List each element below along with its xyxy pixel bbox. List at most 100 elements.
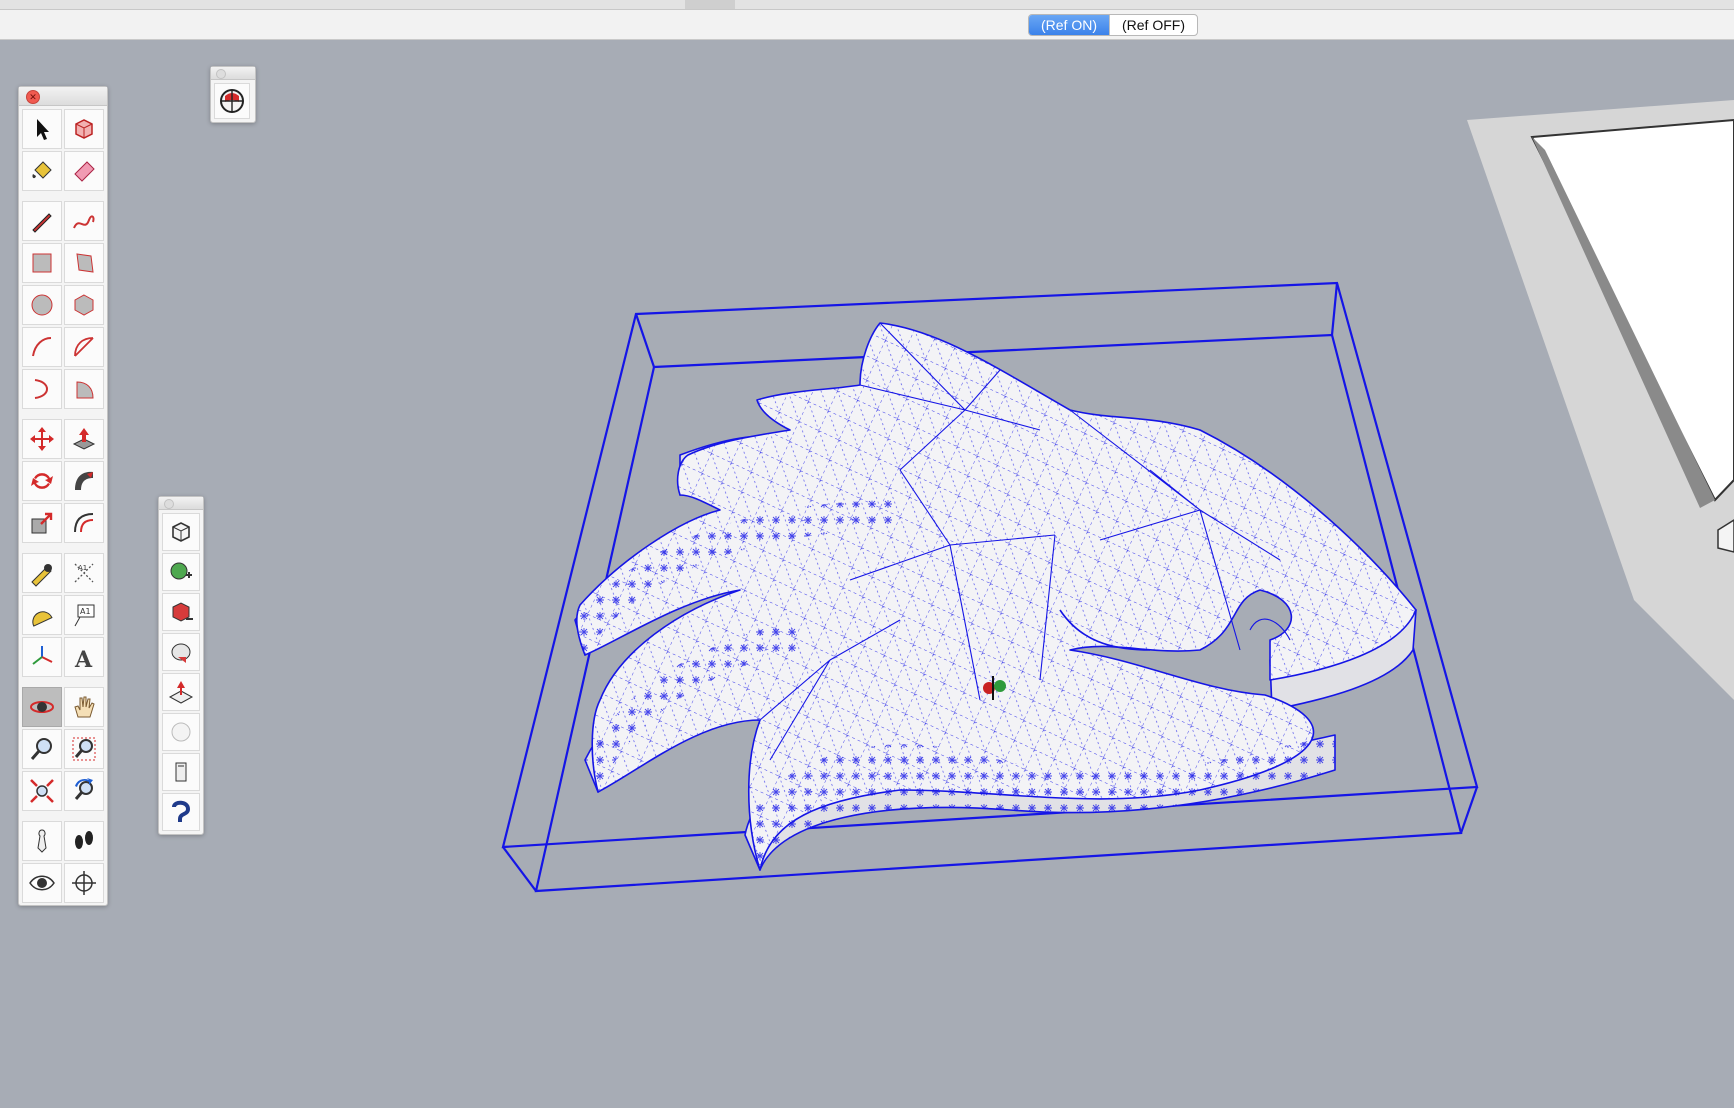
zoom-window-icon — [72, 737, 96, 761]
split-icon — [171, 722, 191, 742]
push-pull-icon — [72, 428, 96, 450]
tape-measure-icon — [31, 564, 52, 587]
walk-tool[interactable] — [64, 821, 104, 861]
text-tool[interactable]: A1 — [64, 595, 104, 635]
grip-icon — [164, 499, 174, 509]
trim-tool[interactable] — [162, 633, 200, 671]
pan-tool[interactable] — [64, 687, 104, 727]
hand-icon — [74, 696, 95, 718]
axes-tool[interactable] — [22, 637, 62, 677]
trim-icon — [171, 643, 191, 663]
paint-bucket-icon — [32, 161, 52, 179]
outer-shell-tool[interactable] — [162, 513, 200, 551]
model-viewport[interactable] — [0, 40, 1734, 1108]
circle-icon — [31, 294, 53, 316]
offset-tool[interactable] — [64, 503, 104, 543]
axes-icon — [32, 646, 53, 665]
rotated-rectangle-tool[interactable] — [64, 243, 104, 283]
protractor-tool[interactable] — [22, 595, 62, 635]
globe-icon — [220, 89, 244, 113]
polygon-tool[interactable] — [64, 285, 104, 325]
hide-show-icon — [172, 800, 191, 822]
ref-on-button[interactable]: (Ref ON) — [1029, 15, 1109, 35]
follow-me-tool[interactable] — [64, 461, 104, 501]
component-icon — [75, 119, 93, 139]
eraser-icon — [74, 161, 95, 182]
rotate-tool[interactable] — [22, 461, 62, 501]
position-camera-tool[interactable] — [22, 821, 62, 861]
text-label-icon: A1 — [74, 604, 95, 627]
zoom-tool[interactable] — [22, 729, 62, 769]
hide-show-tool[interactable] — [162, 793, 200, 831]
solid-inspector-tool[interactable] — [162, 753, 200, 791]
paint-bucket-tool[interactable] — [22, 151, 62, 191]
split-tool[interactable] — [162, 713, 200, 751]
scale-tool[interactable] — [22, 503, 62, 543]
section-plane-tool[interactable] — [64, 863, 104, 903]
rotate-icon — [31, 473, 53, 489]
rectangle-icon — [32, 253, 52, 273]
ref-off-button[interactable]: (Ref OFF) — [1109, 15, 1197, 35]
dimension-icon: A1 — [74, 563, 94, 583]
title-bar — [0, 10, 1734, 40]
grip-icon — [216, 69, 226, 79]
arc-icon — [32, 337, 52, 357]
background-plane — [1467, 100, 1734, 700]
zoom-extents-icon — [30, 779, 54, 803]
orbit-icon — [30, 701, 54, 713]
arrow-cursor-icon — [37, 119, 49, 140]
solid-inspector-icon — [175, 762, 187, 782]
two-point-arc-tool[interactable] — [64, 327, 104, 367]
look-around-tool[interactable] — [22, 863, 62, 903]
palette-titlebar[interactable]: ✕ — [19, 87, 107, 106]
eye-icon — [29, 875, 55, 891]
tape-measure-tool[interactable] — [22, 553, 62, 593]
orbit-tool[interactable] — [22, 687, 62, 727]
position-camera-icon — [37, 829, 47, 853]
pie-tool[interactable] — [64, 369, 104, 409]
three-point-arc-icon — [34, 379, 48, 399]
palette-titlebar[interactable] — [211, 67, 255, 80]
polygon-icon — [74, 294, 94, 316]
svg-text:A1: A1 — [80, 607, 91, 616]
geo-location-palette — [210, 66, 256, 123]
pie-icon — [76, 381, 94, 399]
add-location-tool[interactable] — [214, 83, 250, 119]
3d-text-tool[interactable]: A — [64, 637, 104, 677]
previous-view-icon — [74, 778, 93, 800]
intersect-tool[interactable] — [162, 673, 200, 711]
circle-tool[interactable] — [22, 285, 62, 325]
line-tool[interactable] — [22, 201, 62, 241]
freehand-icon — [73, 215, 95, 229]
subtract-icon — [172, 602, 193, 622]
freehand-tool[interactable] — [64, 201, 104, 241]
make-component-tool[interactable] — [64, 109, 104, 149]
outer-shell-icon — [172, 522, 190, 542]
move-arrows-icon — [30, 427, 54, 451]
intersect-icon — [168, 681, 194, 704]
close-icon[interactable]: ✕ — [26, 90, 40, 104]
main-tools-palette: ✕ A1 A1 A — [18, 86, 108, 906]
push-pull-tool[interactable] — [64, 419, 104, 459]
scale-icon — [31, 512, 53, 534]
move-tool[interactable] — [22, 419, 62, 459]
select-tool[interactable] — [22, 109, 62, 149]
mesh-model — [574, 322, 1417, 871]
subtract-tool[interactable] — [162, 593, 200, 631]
zoom-window-tool[interactable] — [64, 729, 104, 769]
zoom-extents-tool[interactable] — [22, 771, 62, 811]
magnifier-icon — [30, 738, 52, 760]
palette-titlebar[interactable] — [159, 497, 203, 510]
reference-toggle[interactable]: (Ref ON) (Ref OFF) — [1028, 14, 1198, 36]
rectangle-tool[interactable] — [22, 243, 62, 283]
union-tool[interactable] — [162, 553, 200, 591]
arc-tool[interactable] — [22, 327, 62, 367]
three-point-arc-tool[interactable] — [22, 369, 62, 409]
two-point-arc-icon — [74, 337, 94, 357]
solid-tools-palette — [158, 496, 204, 835]
previous-view-tool[interactable] — [64, 771, 104, 811]
rotated-rectangle-icon — [76, 253, 94, 273]
dimension-tool[interactable]: A1 — [64, 553, 104, 593]
eraser-tool[interactable] — [64, 151, 104, 191]
3d-text-icon: A — [74, 647, 93, 672]
